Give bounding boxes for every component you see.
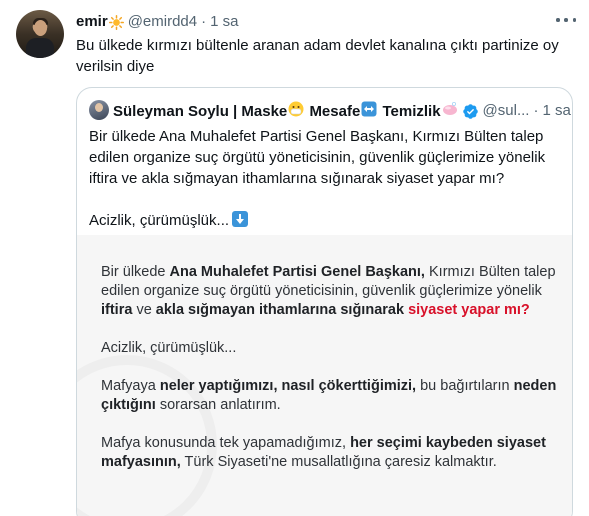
- mask-face-emoji: [288, 101, 304, 117]
- down-arrow-icon: [232, 211, 249, 227]
- sun-icon: [108, 14, 124, 30]
- quoted-text-line2: Acizlik, çürümüşlük...: [89, 212, 230, 229]
- quoted-display-name[interactable]: Süleyman Soylu | Maske Mesafe Temizlik: [113, 100, 459, 120]
- display-name[interactable]: emir: [76, 13, 108, 30]
- quoted-media-image[interactable]: Bir ülkede Ana Muhalefet Partisi Genel B…: [77, 235, 572, 516]
- avatar-suit: [26, 38, 54, 58]
- left-right-arrow-emoji: [361, 101, 377, 117]
- quoted-text-paragraph: Acizlik, çürümüşlük...: [89, 210, 569, 231]
- quoted-tweet-text: Bir ülkede Ana Muhalefet Partisi Genel B…: [89, 126, 569, 231]
- separator-dot: ·: [201, 12, 207, 30]
- soap-emoji: [442, 101, 458, 117]
- quoted-tweet-header: Süleyman Soylu | Maske Mesafe Temizlik @…: [89, 100, 571, 120]
- more-dot: [556, 18, 560, 22]
- quoted-name-part: Süleyman Soylu | Maske: [113, 103, 288, 120]
- quoted-text-paragraph: Bir ülkede Ana Muhalefet Partisi Genel B…: [89, 128, 546, 187]
- more-options-icon[interactable]: [556, 14, 576, 26]
- verified-badge-icon: [462, 103, 479, 120]
- image-paragraph: Bir ülkede Ana Muhalefet Partisi Genel B…: [101, 264, 556, 318]
- tweet-text: Bu ülkede kırmızı bültenle aranan adam d…: [76, 37, 559, 75]
- image-paragraph: Mafyaya neler yaptığımızı, nasıl çökertt…: [101, 378, 557, 413]
- quoted-timestamp[interactable]: 1 sa: [542, 102, 570, 119]
- avatar[interactable]: [16, 10, 64, 58]
- tweet-header: emir @emirdd4 · 1 sa: [76, 11, 238, 31]
- quoted-handle[interactable]: @sul...: [483, 102, 530, 119]
- timestamp[interactable]: 1 sa: [210, 13, 238, 30]
- quoted-name-part: Temizlik: [382, 103, 441, 120]
- quoted-name-part: Mesafe: [309, 103, 361, 120]
- image-text: Bir ülkede Ana Muhalefet Partisi Genel B…: [101, 263, 561, 472]
- more-dot: [572, 18, 576, 22]
- avatar-face: [34, 20, 47, 36]
- handle[interactable]: @emirdd4: [128, 13, 197, 30]
- image-paragraph: Acizlik, çürümüşlük...: [101, 340, 237, 356]
- tweet[interactable]: emir @emirdd4 · 1 sa Bu ülkede kırmızı b…: [0, 0, 589, 516]
- quoted-avatar[interactable]: [89, 100, 109, 120]
- image-paragraph: Mafya konusunda tek yapamadığımız, her s…: [101, 435, 546, 470]
- quoted-tweet[interactable]: Süleyman Soylu | Maske Mesafe Temizlik @…: [76, 87, 573, 516]
- quoted-separator-dot: ·: [533, 101, 539, 119]
- more-dot: [564, 18, 568, 22]
